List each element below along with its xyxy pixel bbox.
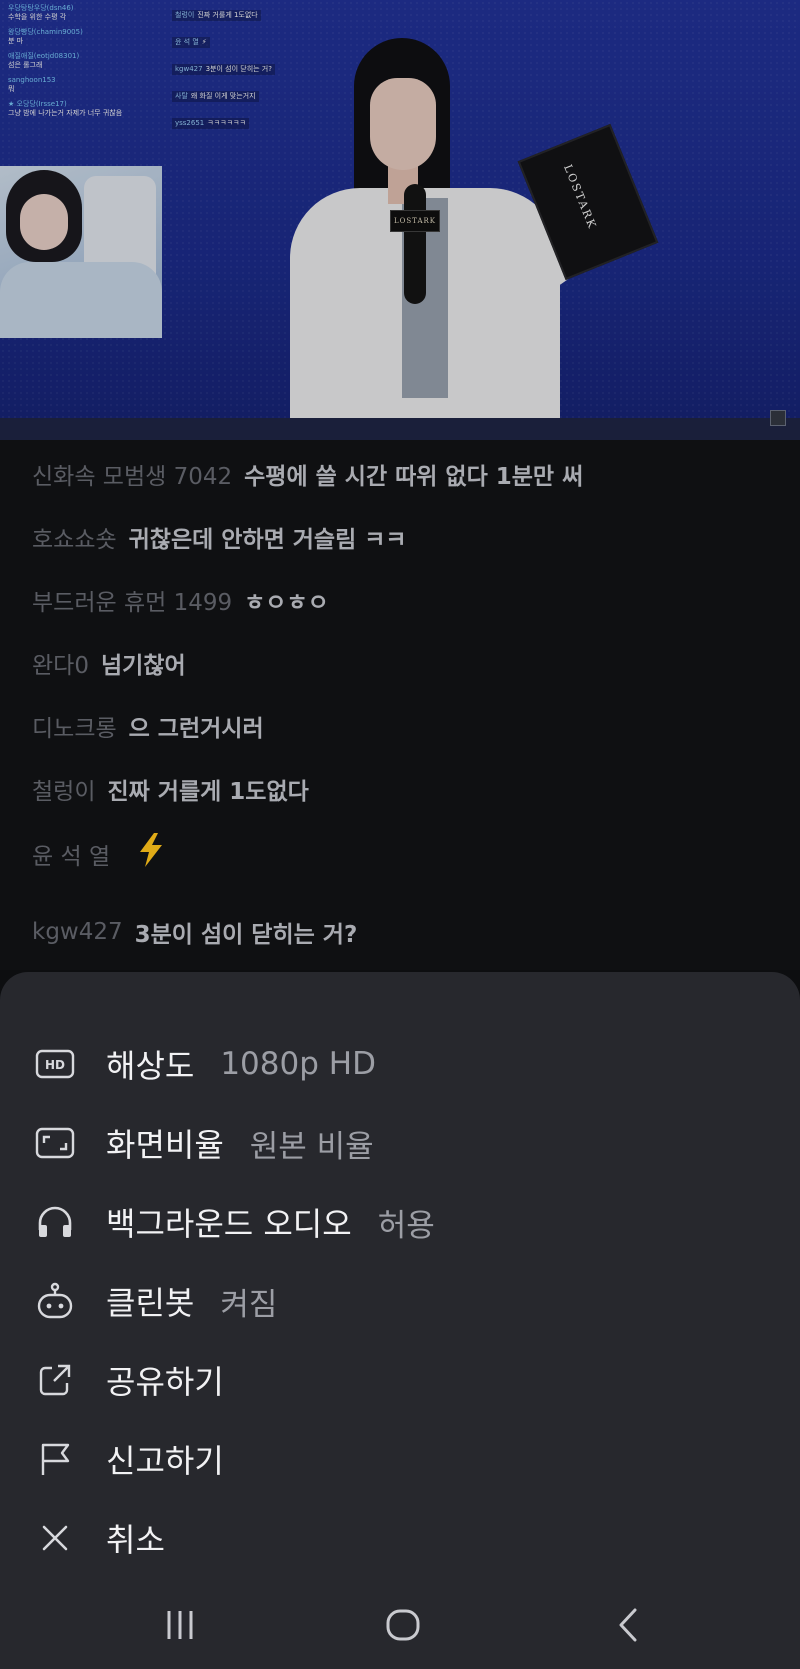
aspect-ratio-label: 화면비율 — [106, 1126, 224, 1164]
back-button[interactable] — [598, 1600, 658, 1650]
home-button[interactable] — [373, 1600, 433, 1650]
cancel-label: 취소 — [106, 1521, 165, 1559]
chat-text: 으 그런거시러 — [128, 716, 264, 742]
recent-apps-icon — [167, 1611, 193, 1639]
chat-nick[interactable]: 디노크롱 — [32, 709, 117, 743]
chat-message: 부드러운 휴먼 1499 ㅎㅇㅎㅇ — [32, 582, 329, 618]
back-icon — [619, 1608, 637, 1642]
stage-floor — [0, 418, 800, 440]
recent-apps-button[interactable] — [150, 1600, 210, 1650]
home-icon — [386, 1609, 420, 1641]
chat-message: 철렁이 진짜 거를게 1도없다 — [32, 771, 309, 807]
fullscreen-icon[interactable] — [770, 410, 786, 426]
menu-item-cancel[interactable]: 취소 — [34, 1510, 165, 1566]
chat-message: 신화속 모범생 7042 수평에 쓸 시간 따위 없다 1분만 써 — [32, 456, 583, 492]
hd-icon: HD — [34, 1043, 76, 1085]
chat-message: 호쇼쇼숏 귀찮은데 안하면 거슬림 ㅋㅋ — [32, 519, 407, 555]
chat-nick[interactable]: 철렁이 — [32, 772, 95, 806]
menu-item-report[interactable]: 신고하기 — [34, 1431, 224, 1487]
chat-text: ㅎㅇㅎㅇ — [244, 590, 329, 616]
menu-item-cleanbot[interactable]: 클린봇 켜짐 — [34, 1273, 277, 1329]
chat-message: 디노크롱 으 그런거시러 — [32, 708, 264, 744]
chat-message: 완다0 넘기찮어 — [32, 645, 186, 681]
chat-message: kgw427 3분이 섬이 닫히는 거? — [32, 914, 357, 950]
menu-item-background-audio[interactable]: 백그라운드 오디오 허용 — [34, 1194, 435, 1250]
cleanbot-value: 켜짐 — [220, 1286, 278, 1323]
background-audio-value: 허용 — [377, 1207, 435, 1244]
menu-item-resolution[interactable]: HD 해상도 1080p HD — [34, 1036, 376, 1092]
chat-nick[interactable]: 부드러운 휴먼 1499 — [32, 583, 232, 617]
robot-icon — [34, 1280, 76, 1322]
aspect-ratio-icon — [34, 1122, 76, 1164]
share-label: 공유하기 — [106, 1363, 224, 1401]
chat-nick[interactable]: kgw427 — [32, 919, 123, 945]
resolution-label: 해상도 — [106, 1047, 195, 1085]
menu-item-aspect-ratio[interactable]: 화면비율 원본 비율 — [34, 1115, 374, 1171]
resolution-value: 1080p HD — [220, 1046, 376, 1082]
background-audio-label: 백그라운드 오디오 — [106, 1205, 352, 1243]
headphones-icon — [34, 1201, 76, 1243]
chat-text: 귀찮은데 안하면 거슬림 ㅋㅋ — [128, 527, 407, 553]
chat-nick[interactable]: 완다0 — [32, 646, 89, 680]
report-label: 신고하기 — [106, 1442, 224, 1480]
chat-message: 윤 석 열 — [32, 833, 166, 872]
chat-nick[interactable]: 윤 석 열 — [32, 837, 110, 871]
menu-item-share[interactable]: 공유하기 — [34, 1352, 224, 1408]
live-chat-list[interactable]: 신화속 모범생 7042 수평에 쓸 시간 따위 없다 1분만 써 호쇼쇼숏 귀… — [0, 440, 800, 970]
options-bottom-sheet: HD 해상도 1080p HD 화면비율 원본 비율 백그라운드 오디오 허용 … — [0, 972, 800, 1669]
system-navigation-bar — [0, 1582, 800, 1669]
chat-text: 진짜 거를게 1도없다 — [107, 779, 309, 805]
svg-text:HD: HD — [45, 1058, 65, 1072]
lightning-emoji-icon — [136, 832, 166, 876]
aspect-ratio-value: 원본 비율 — [249, 1128, 374, 1165]
share-icon — [34, 1359, 76, 1401]
chat-text: 넘기찮어 — [100, 653, 186, 679]
flag-icon — [34, 1438, 76, 1480]
chat-text: 3분이 섬이 닫히는 거? — [134, 922, 358, 948]
chat-text: 수평에 쓸 시간 따위 없다 1분만 써 — [244, 464, 584, 490]
chat-nick[interactable]: 신화속 모범생 7042 — [32, 457, 232, 491]
chat-nick[interactable]: 호쇼쇼숏 — [32, 520, 117, 554]
video-player[interactable]: 우당탕탕우당(dsn46) 수학을 위한 수평 각 왕당빵당(chamin900… — [0, 0, 800, 440]
cleanbot-label: 클린봇 — [106, 1284, 195, 1322]
video-dim-overlay — [0, 0, 800, 440]
close-icon — [34, 1517, 76, 1559]
